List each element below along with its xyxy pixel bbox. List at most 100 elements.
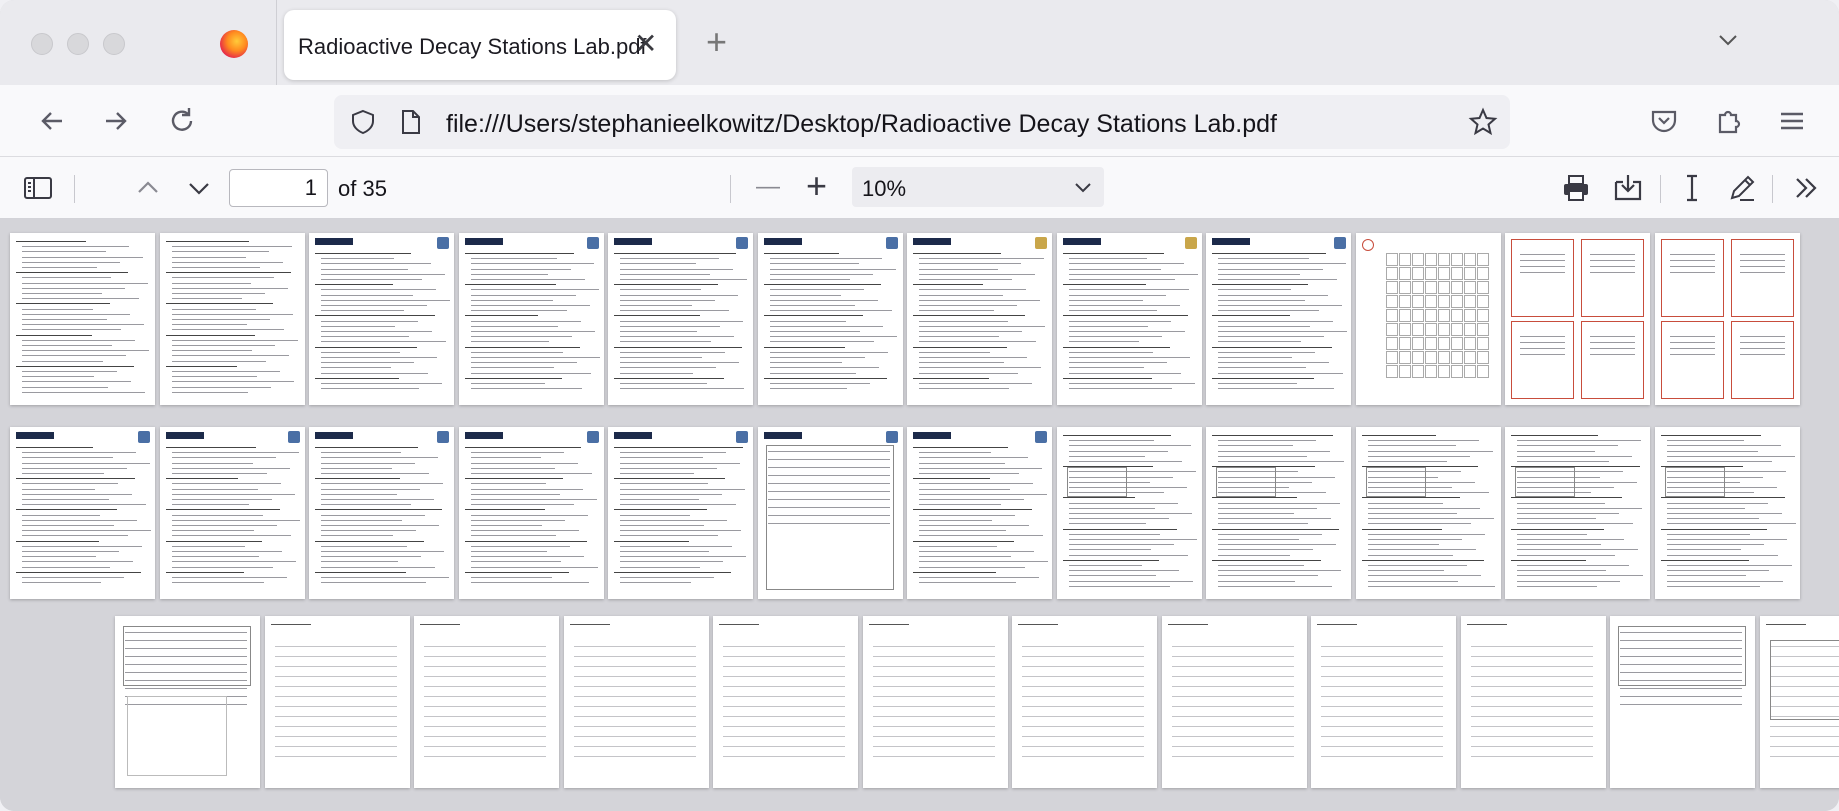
page-up-icon[interactable] bbox=[132, 172, 164, 204]
writing-line bbox=[274, 716, 397, 717]
text-line bbox=[620, 483, 708, 485]
more-tools-icon[interactable] bbox=[1790, 172, 1822, 204]
text-line bbox=[1517, 544, 1601, 546]
text-line bbox=[1669, 266, 1715, 267]
periodic-cell bbox=[1463, 309, 1476, 322]
zoom-out-button[interactable]: — bbox=[756, 173, 780, 201]
print-icon[interactable] bbox=[1560, 172, 1592, 204]
text-line bbox=[919, 325, 1045, 327]
bookmark-star-icon[interactable] bbox=[1468, 107, 1498, 137]
page-thumbnail[interactable] bbox=[309, 427, 454, 599]
text-line bbox=[1367, 565, 1467, 566]
chevron-down-icon[interactable] bbox=[1718, 30, 1738, 50]
page-thumbnail[interactable] bbox=[608, 427, 753, 599]
periodic-cell bbox=[1463, 267, 1476, 280]
pdf-viewer[interactable] bbox=[0, 219, 1839, 811]
page-thumbnail[interactable] bbox=[1355, 427, 1501, 599]
text-line bbox=[321, 535, 393, 537]
page-thumbnail[interactable] bbox=[159, 233, 305, 405]
text-line bbox=[620, 268, 733, 270]
sidebar-toggle-icon[interactable] bbox=[22, 172, 54, 204]
page-thumbnail[interactable] bbox=[1206, 233, 1351, 405]
text-line bbox=[470, 268, 571, 270]
text-line bbox=[1212, 377, 1314, 379]
url-bar[interactable]: file:///Users/stephanieelkowitz/Desktop/… bbox=[334, 95, 1510, 149]
page-thumbnail[interactable] bbox=[264, 616, 410, 788]
page-down-icon[interactable] bbox=[183, 172, 215, 204]
page-thumbnail[interactable] bbox=[1311, 616, 1456, 788]
text-line bbox=[1218, 362, 1329, 364]
page-thumbnail[interactable] bbox=[414, 616, 559, 788]
page-thumbnail[interactable] bbox=[1654, 427, 1800, 599]
page-thumbnail[interactable] bbox=[10, 233, 155, 405]
page-thumbnail[interactable] bbox=[10, 427, 155, 599]
writing-line bbox=[424, 716, 546, 717]
menu-icon[interactable] bbox=[1776, 105, 1808, 137]
page-thumbnail[interactable] bbox=[713, 616, 858, 788]
minimize-window-icon[interactable] bbox=[67, 33, 89, 55]
shield-icon[interactable] bbox=[350, 109, 376, 135]
page-thumbnail[interactable] bbox=[757, 427, 903, 599]
page-thumbnail[interactable] bbox=[1654, 233, 1800, 405]
text-line bbox=[1068, 289, 1189, 291]
text-line bbox=[1218, 440, 1316, 442]
text-line bbox=[315, 478, 400, 480]
page-thumbnail[interactable] bbox=[907, 233, 1052, 405]
writing-line bbox=[872, 686, 995, 687]
page-thumbnail[interactable] bbox=[1460, 616, 1606, 788]
page-thumbnail[interactable] bbox=[1161, 616, 1307, 788]
text-line bbox=[1218, 305, 1342, 306]
draw-icon[interactable] bbox=[1726, 172, 1758, 204]
page-thumbnail[interactable] bbox=[1505, 233, 1650, 405]
page-thumbnail[interactable] bbox=[563, 616, 709, 788]
page-thumbnail[interactable] bbox=[309, 233, 454, 405]
page-thumbnail[interactable] bbox=[862, 616, 1008, 788]
extensions-icon[interactable] bbox=[1712, 105, 1744, 137]
page-number-input[interactable] bbox=[229, 169, 328, 207]
back-icon[interactable] bbox=[36, 105, 68, 137]
text-select-icon[interactable] bbox=[1676, 172, 1708, 204]
firefox-view-icon[interactable] bbox=[220, 30, 248, 58]
page-thumbnail[interactable] bbox=[1012, 616, 1157, 788]
page-thumbnail[interactable] bbox=[159, 427, 305, 599]
page-thumbnail[interactable] bbox=[1610, 616, 1755, 788]
page-thumbnail[interactable] bbox=[1056, 233, 1202, 405]
page-thumbnail[interactable] bbox=[458, 427, 604, 599]
page-thumbnail[interactable] bbox=[1056, 427, 1202, 599]
tab-active[interactable]: Radioactive Decay Stations Lab.pdf ✕ bbox=[284, 10, 676, 80]
zoom-select[interactable]: 10% bbox=[852, 167, 1104, 207]
text-line bbox=[22, 308, 93, 310]
page-thumbnail[interactable] bbox=[608, 233, 753, 405]
text-line bbox=[1590, 254, 1635, 255]
page-thumbnail[interactable] bbox=[1505, 427, 1650, 599]
pocket-icon[interactable] bbox=[1648, 105, 1680, 137]
reload-icon[interactable] bbox=[166, 105, 198, 137]
text-line bbox=[321, 372, 428, 374]
page-thumbnail[interactable] bbox=[907, 427, 1052, 599]
page-thumbnail[interactable] bbox=[458, 233, 604, 405]
writing-line bbox=[1022, 746, 1144, 747]
page-thumbnail[interactable] bbox=[757, 233, 903, 405]
new-tab-button[interactable]: + bbox=[706, 24, 727, 60]
page-thumbnail[interactable] bbox=[1759, 616, 1839, 788]
writing-line bbox=[1321, 736, 1443, 737]
close-window-icon[interactable] bbox=[31, 33, 53, 55]
page-thumbnail[interactable] bbox=[115, 616, 260, 788]
writing-line bbox=[274, 676, 397, 677]
text-line bbox=[22, 457, 113, 459]
writing-line bbox=[1470, 736, 1593, 737]
forward-icon[interactable] bbox=[100, 105, 132, 137]
tab-close-icon[interactable]: ✕ bbox=[634, 30, 657, 58]
zoom-window-icon[interactable] bbox=[103, 33, 125, 55]
page-thumbnail[interactable] bbox=[1355, 233, 1501, 405]
text-line bbox=[321, 514, 425, 516]
tab-title: Radioactive Decay Stations Lab.pdf bbox=[298, 34, 647, 59]
page-thumbnail[interactable] bbox=[1206, 427, 1351, 599]
zoom-in-button[interactable]: + bbox=[806, 165, 827, 207]
text-line bbox=[620, 452, 726, 454]
writing-line bbox=[1321, 696, 1443, 697]
save-icon[interactable] bbox=[1612, 172, 1644, 204]
thumbnail-header bbox=[614, 238, 652, 245]
text-line bbox=[769, 279, 850, 280]
text-line bbox=[1517, 445, 1618, 447]
